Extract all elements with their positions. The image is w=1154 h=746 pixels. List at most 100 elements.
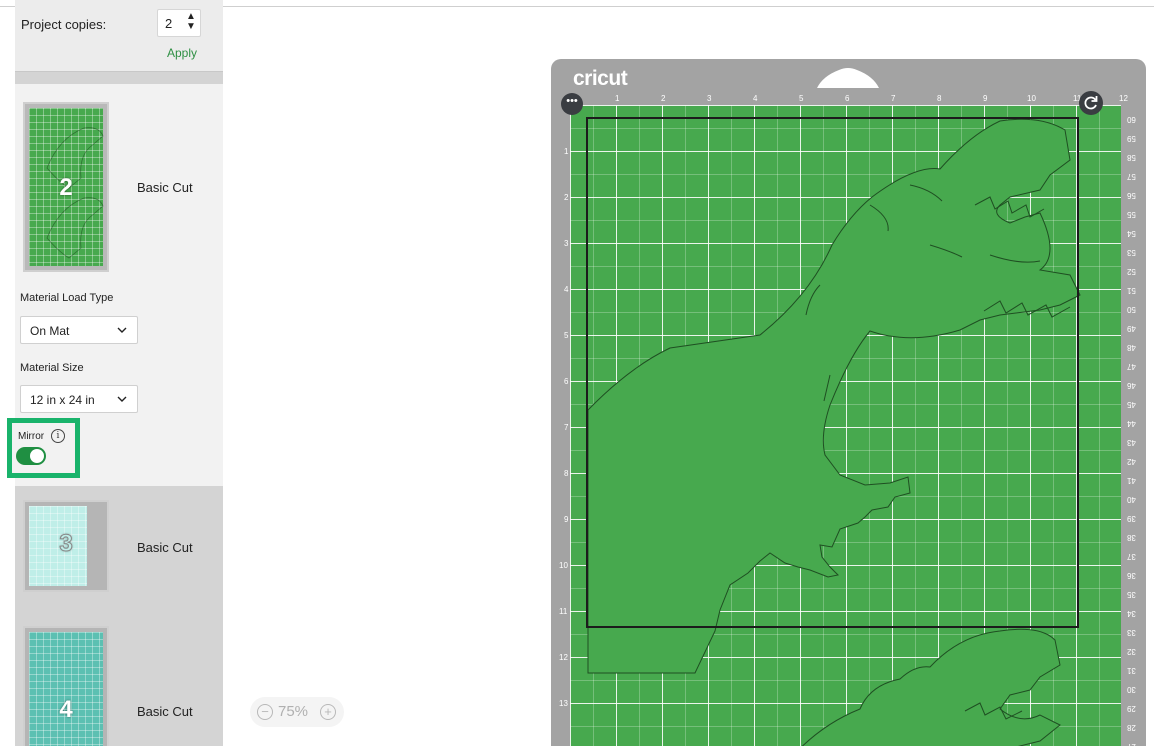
material-size-value: 12 in x 24 in bbox=[30, 393, 95, 407]
ruler-left-tick-label: 12 bbox=[559, 653, 568, 662]
ruler-right-tick-label: 45 bbox=[1127, 400, 1136, 409]
ruler-right-tick-label: 50 bbox=[1127, 305, 1136, 314]
ruler-top-tick-label: 3 bbox=[707, 94, 712, 103]
mat-number: 3 bbox=[59, 530, 73, 558]
mat-handle-icon bbox=[817, 68, 879, 88]
cut-area-box[interactable] bbox=[586, 117, 1079, 628]
ruler-right-tick-label: 48 bbox=[1127, 343, 1136, 352]
mat-number: 2 bbox=[59, 174, 73, 201]
ruler-left-tick-label: 7 bbox=[564, 423, 569, 432]
ruler-right-tick-label: 34 bbox=[1127, 609, 1136, 618]
ruler-top-tick-label: 2 bbox=[661, 94, 666, 103]
apply-button[interactable]: Apply bbox=[167, 46, 197, 60]
ruler-right-tick-label: 37 bbox=[1127, 552, 1136, 561]
ruler-right-tick-label: 51 bbox=[1127, 286, 1136, 295]
ruler-right-tick-label: 54 bbox=[1127, 229, 1136, 238]
ruler-right-tick-label: 27 bbox=[1127, 742, 1136, 746]
mat-sidebar: Project copies: 2 ▲ ▼ Apply 2 Basic Cut M… bbox=[7, 0, 223, 746]
cricut-logo: cricut bbox=[573, 67, 628, 90]
ruler-left-tick-label: 8 bbox=[564, 469, 569, 478]
ruler-left-tick-label: 13 bbox=[559, 699, 568, 708]
ruler-right-tick-label: 33 bbox=[1127, 628, 1136, 637]
ruler-top-tick-label: 8 bbox=[937, 94, 942, 103]
ruler-right-tick-label: 60 bbox=[1127, 115, 1136, 124]
project-copies-stepper[interactable]: 2 ▲ ▼ bbox=[157, 9, 201, 37]
ruler-right-tick-label: 56 bbox=[1127, 191, 1136, 200]
ruler-right-tick-label: 57 bbox=[1127, 172, 1136, 181]
mat-cut-label: Basic Cut bbox=[137, 180, 193, 195]
ruler-right-tick-label: 59 bbox=[1127, 134, 1136, 143]
mat-grid[interactable] bbox=[570, 105, 1121, 746]
chevron-down-icon bbox=[117, 396, 127, 402]
zoom-in-icon[interactable]: + bbox=[320, 704, 336, 720]
material-load-type-select[interactable]: On Mat bbox=[20, 316, 138, 344]
ruler-left-tick-label: 1 bbox=[564, 147, 569, 156]
ruler-right-tick-label: 29 bbox=[1127, 704, 1136, 713]
ruler-right-tick-label: 30 bbox=[1127, 685, 1136, 694]
ruler-right-tick-label: 58 bbox=[1127, 153, 1136, 162]
zoom-control: − 75% + bbox=[250, 697, 344, 727]
material-load-type-value: On Mat bbox=[30, 324, 70, 338]
ruler-right-tick-label: 49 bbox=[1127, 324, 1136, 333]
ruler-left-tick-label: 10 bbox=[559, 561, 568, 570]
ruler-right-tick-label: 44 bbox=[1127, 419, 1136, 428]
project-copies-panel: Project copies: 2 ▲ ▼ Apply bbox=[15, 0, 223, 72]
mirror-label: Mirror bbox=[18, 431, 45, 442]
app-window: Project copies: 2 ▲ ▼ Apply 2 Basic Cut M… bbox=[0, 0, 1154, 746]
rotate-icon[interactable] bbox=[1079, 91, 1103, 115]
refresh-arrow bbox=[1084, 96, 1098, 110]
ruler-top-tick-label: 1 bbox=[615, 94, 620, 103]
ruler-right-tick-label: 35 bbox=[1127, 590, 1136, 599]
mirror-highlight: Mirror i bbox=[7, 418, 80, 478]
mat-thumbnail-2[interactable]: 2 bbox=[23, 102, 109, 272]
ruler-top-tick-label: 4 bbox=[753, 94, 758, 103]
zoom-level: 75% bbox=[278, 703, 309, 720]
ruler-top-tick-label: 12 bbox=[1119, 94, 1128, 103]
ruler-left-tick-label: 11 bbox=[559, 607, 568, 616]
ruler-right-tick-label: 53 bbox=[1127, 248, 1136, 257]
ruler-top-tick-label: 5 bbox=[799, 94, 804, 103]
ruler-right-tick-label: 28 bbox=[1127, 723, 1136, 732]
ruler-right-tick-label: 38 bbox=[1127, 533, 1136, 542]
ruler-left-tick-label: 4 bbox=[564, 285, 569, 294]
ruler-right-tick-label: 47 bbox=[1127, 362, 1136, 371]
mat-thumbnail-3[interactable]: 3 bbox=[23, 500, 109, 592]
ruler-left-tick-label: 9 bbox=[564, 515, 569, 524]
ruler-right-tick-label: 40 bbox=[1127, 495, 1136, 504]
ruler-right-tick-label: 43 bbox=[1127, 438, 1136, 447]
mat-cut-label: Basic Cut bbox=[137, 540, 193, 555]
ruler-left-tick-label: 5 bbox=[564, 331, 569, 340]
ruler-left-tick-label: 6 bbox=[564, 377, 569, 386]
chevron-down-icon bbox=[117, 327, 127, 333]
project-copies-label: Project copies: bbox=[21, 17, 107, 32]
ruler-right-tick-label: 41 bbox=[1127, 476, 1136, 485]
toggle-knob bbox=[30, 449, 44, 463]
ruler-right-tick-label: 46 bbox=[1127, 381, 1136, 390]
ruler-right-tick-label: 52 bbox=[1127, 267, 1136, 276]
ruler-left-tick-label: 2 bbox=[564, 193, 569, 202]
ruler-right-tick-label: 55 bbox=[1127, 210, 1136, 219]
ruler-top-tick-label: 7 bbox=[891, 94, 896, 103]
info-icon[interactable]: i bbox=[51, 429, 65, 443]
mirror-toggle[interactable] bbox=[16, 447, 46, 465]
ruler-top-tick-label: 6 bbox=[845, 94, 850, 103]
ruler-right-tick-label: 36 bbox=[1127, 571, 1136, 580]
material-size-select[interactable]: 12 in x 24 in bbox=[20, 385, 138, 413]
ruler-right-tick-label: 42 bbox=[1127, 457, 1136, 466]
stepper-arrows-icon[interactable]: ▲ ▼ bbox=[186, 12, 196, 32]
cutting-mat: cricut 1 2 3 4 5 6 7 8 9 10 11 12 1 2 3 4 5 6 7 8 9 10 11 12 13… bbox=[551, 59, 1146, 746]
project-copies-value: 2 bbox=[165, 16, 173, 31]
ruler-top-tick-label: 10 bbox=[1027, 94, 1036, 103]
mat-cut-label: Basic Cut bbox=[137, 704, 193, 719]
zoom-out-icon[interactable]: − bbox=[257, 704, 273, 720]
mat-number: 4 bbox=[59, 696, 73, 723]
ruler-right-tick-label: 31 bbox=[1127, 666, 1136, 675]
material-size-label: Material Size bbox=[20, 362, 84, 374]
ruler-top-tick-label: 9 bbox=[983, 94, 988, 103]
mat-preview bbox=[29, 632, 103, 746]
ruler-right-tick-label: 32 bbox=[1127, 647, 1136, 656]
more-options-icon[interactable]: ••• bbox=[561, 93, 583, 115]
ruler-left-tick-label: 3 bbox=[564, 239, 569, 248]
ruler-right-tick-label: 39 bbox=[1127, 514, 1136, 523]
mat-thumbnail-4[interactable]: 4 bbox=[23, 626, 109, 746]
